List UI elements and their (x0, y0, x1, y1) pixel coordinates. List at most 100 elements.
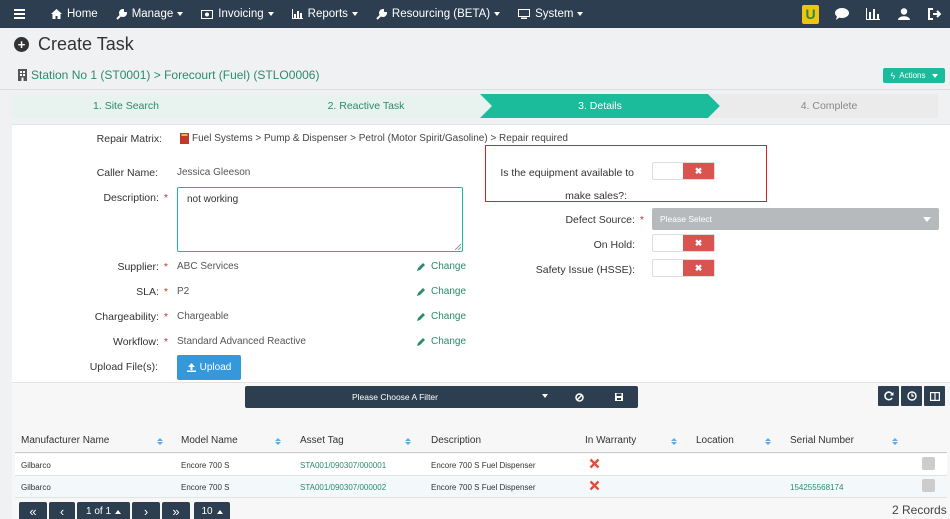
wizard-step-label: 1. Site Search (93, 100, 159, 112)
row-select-checkbox[interactable] (922, 457, 935, 470)
filter-select[interactable]: Please Choose A Filter (245, 386, 545, 408)
safety-issue-toggle[interactable]: ✖ (652, 259, 715, 277)
breadcrumb[interactable]: Station No 1 (ST0001) > Forecourt (Fuel)… (18, 68, 319, 82)
caller-name-label: Caller Name: (96, 167, 158, 179)
cross-icon (589, 480, 600, 491)
page-title: + Create Task (14, 34, 134, 55)
nav-home[interactable]: Home (42, 0, 107, 28)
defect-source-placeholder: Please Select (660, 214, 712, 224)
nav-reports[interactable]: Reports (283, 0, 367, 28)
sort-icon[interactable] (765, 438, 771, 445)
defect-source-label-text: Defect Source: (565, 214, 635, 226)
cell-description: Encore 700 S Fuel Dispenser (431, 482, 536, 492)
required-marker: * (163, 261, 168, 273)
next-page-button[interactable]: › (132, 502, 160, 519)
page-title-text: Create Task (38, 34, 134, 54)
nav-manage-label: Manage (131, 8, 174, 20)
upload-icon (186, 363, 196, 372)
wizard-step-site-search[interactable]: 1. Site Search (12, 94, 240, 118)
defect-source-select[interactable]: Please Select (652, 208, 939, 230)
defect-source-label: Defect Source: * (532, 214, 644, 226)
dashboard-button[interactable] (857, 0, 888, 28)
sort-icon[interactable] (275, 438, 281, 445)
chat-bubble-icon (834, 8, 849, 20)
description-label-text: Description: (103, 192, 159, 204)
column-header-model[interactable]: Model Name (181, 428, 238, 453)
sla-label: SLA: * (72, 286, 168, 298)
nav-resourcing[interactable]: Resourcing (BETA) (367, 0, 509, 28)
page-size-select[interactable]: 10 (194, 502, 230, 519)
column-header-asset-tag[interactable]: Asset Tag (300, 428, 344, 453)
workflow-change-link[interactable]: Change (417, 336, 466, 347)
actions-button[interactable]: ϟ Actions (883, 68, 945, 83)
workflow-label: Workflow: * (72, 336, 168, 348)
column-header-location[interactable]: Location (696, 428, 734, 453)
user-icon (897, 8, 910, 20)
hamburger-icon (14, 9, 25, 19)
columns-button[interactable] (924, 386, 945, 406)
table-row[interactable]: Gilbarco Encore 700 S STA001/090307/0000… (15, 454, 947, 476)
refresh-button[interactable] (878, 386, 899, 406)
column-header-serial-number[interactable]: Serial Number (790, 428, 854, 453)
history-button[interactable] (901, 386, 922, 406)
nav-system-label: System (535, 8, 574, 20)
cell-model: Encore 700 S (181, 460, 230, 470)
description-textarea[interactable]: not working (177, 187, 463, 252)
record-count: 2 Records (892, 503, 947, 517)
first-page-button[interactable]: « (19, 502, 47, 519)
clear-filter-button[interactable] (568, 386, 590, 408)
column-header-description[interactable]: Description (431, 428, 481, 453)
description-label: Description: * (72, 192, 168, 204)
upload-button[interactable]: Upload (177, 355, 241, 380)
equipment-available-toggle[interactable]: ✖ (652, 162, 715, 180)
filter-bar[interactable]: Please Choose A Filter (245, 386, 638, 408)
sla-change-link[interactable]: Change (417, 286, 466, 297)
cell-serial-number: 154255568174 (790, 482, 844, 492)
wizard-step-complete: 4. Complete (720, 94, 938, 118)
on-hold-toggle[interactable]: ✖ (652, 234, 715, 252)
chargeability-label-text: Chargeability: (94, 311, 159, 323)
columns-icon (929, 391, 940, 401)
cross-icon (589, 458, 600, 469)
sort-icon[interactable] (892, 438, 898, 445)
sla-label-text: SLA: (136, 286, 159, 298)
prev-page-button[interactable]: ‹ (49, 502, 75, 519)
sort-icon[interactable] (671, 438, 677, 445)
user-button[interactable] (888, 0, 919, 28)
last-page-button[interactable]: » (162, 502, 190, 519)
wizard-step-details[interactable]: 3. Details (492, 94, 708, 118)
bar-chart-icon (865, 8, 880, 20)
column-header-manufacturer[interactable]: Manufacturer Name (21, 428, 109, 453)
chevron-down-icon (494, 12, 501, 16)
row-select-checkbox[interactable] (922, 479, 935, 492)
menu-toggle[interactable] (0, 0, 42, 28)
table-row[interactable]: Gilbarco Encore 700 S STA001/090307/0000… (15, 476, 947, 498)
messages-button[interactable] (826, 0, 857, 28)
on-hold-label: On Hold: (593, 239, 635, 251)
wizard-step-reactive-task[interactable]: 2. Reactive Task (252, 94, 480, 118)
nav-system[interactable]: System (509, 0, 592, 28)
cell-asset-tag-link[interactable]: STA001/090307/000001 (300, 454, 386, 476)
column-header-in-warranty[interactable]: In Warranty (585, 428, 636, 453)
nav-manage[interactable]: Manage (107, 0, 193, 28)
change-label: Change (431, 336, 467, 347)
cell-description: Encore 700 S Fuel Dispenser (431, 460, 536, 470)
home-icon (51, 9, 62, 19)
logout-button[interactable] (919, 0, 950, 28)
save-filter-button[interactable] (608, 386, 630, 408)
nav-resourcing-label: Resourcing (BETA) (391, 8, 491, 20)
cell-asset-tag-link[interactable]: STA001/090307/000002 (300, 476, 386, 498)
supplier-change-link[interactable]: Change (417, 261, 466, 272)
wizard-step-label: 2. Reactive Task (327, 100, 405, 112)
brand-logo[interactable]: U (795, 0, 826, 28)
nav-invoicing[interactable]: Invoicing (192, 0, 282, 28)
pencil-icon (417, 338, 425, 346)
close-icon: ✖ (683, 235, 714, 251)
clock-icon (906, 391, 917, 401)
bar-chart-icon (291, 9, 303, 19)
chargeability-change-link[interactable]: Change (417, 311, 466, 322)
sort-icon[interactable] (405, 438, 411, 445)
resize-handle-icon (455, 244, 461, 250)
page-indicator[interactable]: 1 of 1 (77, 502, 130, 519)
sort-icon[interactable] (157, 438, 163, 445)
